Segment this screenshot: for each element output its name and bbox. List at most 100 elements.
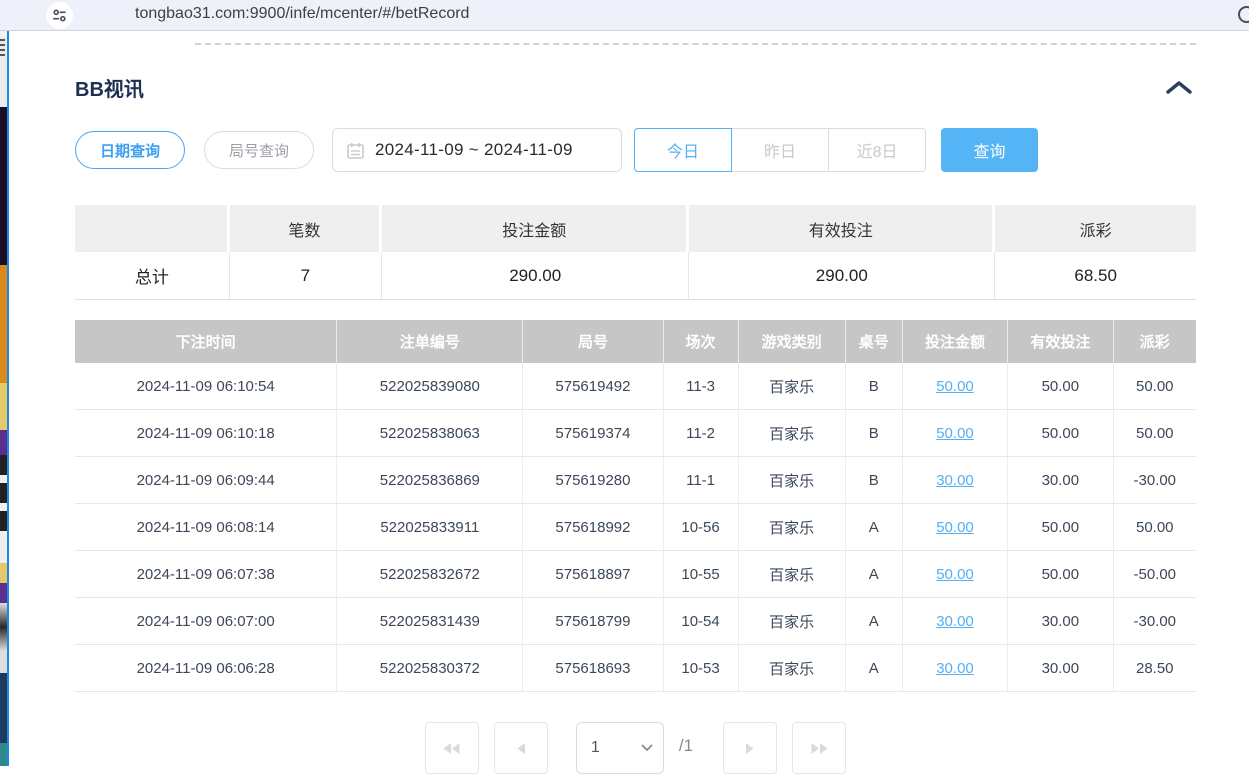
- prev-page-button[interactable]: [494, 722, 548, 774]
- bet-record-panel: BB视讯 日期查询 局号查询 2024-11-09 ~ 2024-11-09: [9, 31, 1249, 766]
- game-type-cell: 百家乐: [739, 457, 846, 504]
- table-number-cell: A: [846, 504, 903, 551]
- bet-amount-link[interactable]: 30.00: [936, 613, 974, 630]
- bet-amount-link[interactable]: 50.00: [936, 566, 974, 583]
- session-cell: 10-55: [664, 551, 739, 598]
- round-number-cell: 575618693: [523, 645, 663, 692]
- quick-range-group: 今日 昨日 近8日: [634, 128, 926, 172]
- header-valid-bet: 有效投注: [1008, 320, 1113, 363]
- valid-bet-cell: 30.00: [1008, 457, 1113, 504]
- today-label: 今日: [667, 138, 699, 162]
- page-title: BB视讯: [75, 73, 144, 102]
- summary-header-valid-bet: 有效投注: [689, 205, 995, 252]
- tune-icon: [52, 8, 67, 23]
- valid-bet-cell: 50.00: [1008, 551, 1113, 598]
- date-range-value: 2024-11-09 ~ 2024-11-09: [375, 140, 573, 160]
- bet-time-cell: 2024-11-09 06:07:38: [75, 551, 337, 598]
- bet-time-cell: 2024-11-09 06:06:28: [75, 645, 337, 692]
- round-number-cell: 575619492: [523, 363, 663, 410]
- last8days-button[interactable]: 近8日: [828, 128, 926, 172]
- table-header-row: 下注时间 注单编号 局号 场次 游戏类别 桌号 投注金额 有效投注 派彩: [75, 320, 1196, 363]
- table-body: 2024-11-09 06:10:54522025839080575619492…: [75, 363, 1196, 692]
- valid-bet-cell: 30.00: [1008, 645, 1113, 692]
- round-number-cell: 575618799: [523, 598, 663, 645]
- header-round-number: 局号: [523, 320, 663, 363]
- round-number-cell: 575619374: [523, 410, 663, 457]
- bet-amount-link[interactable]: 50.00: [936, 425, 974, 442]
- table-row: 2024-11-09 06:10:54522025839080575619492…: [75, 363, 1196, 410]
- page-total-label: /1: [679, 736, 693, 756]
- table-number-cell: B: [846, 363, 903, 410]
- page-select[interactable]: 1: [576, 722, 664, 774]
- header-payout: 派彩: [1114, 320, 1196, 363]
- header-bet-amount: 投注金额: [903, 320, 1008, 363]
- table-number-cell: B: [846, 457, 903, 504]
- summary-total-valid: 290.00: [689, 252, 995, 300]
- game-type-cell: 百家乐: [739, 410, 846, 457]
- collapse-button[interactable]: [1164, 77, 1194, 99]
- valid-bet-cell: 50.00: [1008, 363, 1113, 410]
- bet-amount-cell: 50.00: [903, 551, 1008, 598]
- address-url[interactable]: tongbao31.com:9900/infe/mcenter/#/betRec…: [135, 5, 469, 23]
- session-cell: 11-1: [664, 457, 739, 504]
- bet-amount-link[interactable]: 30.00: [936, 660, 974, 677]
- site-info-button[interactable]: [46, 2, 73, 29]
- round-query-tab[interactable]: 局号查询: [204, 131, 314, 169]
- bet-amount-cell: 50.00: [903, 410, 1008, 457]
- order-number-cell: 522025832672: [337, 551, 523, 598]
- order-number-cell: 522025836869: [337, 457, 523, 504]
- bet-time-cell: 2024-11-09 06:10:18: [75, 410, 337, 457]
- background-grid-icon-fragment: [0, 39, 5, 57]
- summary-header-count: 笔数: [230, 205, 382, 252]
- summary-header-row: 笔数 投注金额 有效投注 派彩: [75, 205, 1196, 252]
- session-cell: 10-56: [664, 504, 739, 551]
- session-cell: 11-3: [664, 363, 739, 410]
- arrow-left-icon: [516, 742, 526, 755]
- bet-amount-cell: 30.00: [903, 457, 1008, 504]
- summary-total-label: 总计: [75, 252, 230, 300]
- bet-amount-cell: 30.00: [903, 598, 1008, 645]
- bet-record-table: 下注时间 注单编号 局号 场次 游戏类别 桌号 投注金额 有效投注 派彩 202…: [75, 320, 1196, 692]
- browser-url-bar: tongbao31.com:9900/infe/mcenter/#/betRec…: [0, 0, 1249, 31]
- round-number-cell: 575618897: [523, 551, 663, 598]
- header-order-number: 注单编号: [337, 320, 523, 363]
- game-type-cell: 百家乐: [739, 598, 846, 645]
- date-query-label: 日期查询: [100, 140, 160, 161]
- bet-amount-link[interactable]: 50.00: [936, 519, 974, 536]
- yesterday-button[interactable]: 昨日: [731, 128, 829, 172]
- search-label: 查询: [974, 138, 1006, 162]
- table-number-cell: A: [846, 551, 903, 598]
- first-page-button[interactable]: [425, 722, 479, 774]
- header-session: 场次: [664, 320, 739, 363]
- summary-header-payout: 派彩: [995, 205, 1196, 252]
- chevron-down-icon: [641, 744, 653, 752]
- game-type-cell: 百家乐: [739, 551, 846, 598]
- valid-bet-cell: 30.00: [1008, 598, 1113, 645]
- arrow-right-icon: [745, 742, 755, 755]
- summary-table: 笔数 投注金额 有效投注 派彩 总计 7 290.00 290.00 68.50: [75, 205, 1196, 300]
- date-range-picker[interactable]: 2024-11-09 ~ 2024-11-09: [332, 128, 622, 172]
- last-page-button[interactable]: [792, 722, 846, 774]
- background-page-sliver: [0, 31, 7, 766]
- next-page-button[interactable]: [723, 722, 777, 774]
- search-button[interactable]: 查询: [941, 128, 1038, 172]
- panel-title-row: BB视讯: [75, 73, 1196, 102]
- game-type-cell: 百家乐: [739, 645, 846, 692]
- table-number-cell: A: [846, 645, 903, 692]
- bet-amount-cell: 50.00: [903, 363, 1008, 410]
- bet-amount-link[interactable]: 30.00: [936, 472, 974, 489]
- order-number-cell: 522025831439: [337, 598, 523, 645]
- filter-toolbar: 日期查询 局号查询 2024-11-09 ~ 2024-11-09 今日 昨日: [75, 128, 1196, 172]
- bet-amount-link[interactable]: 50.00: [936, 378, 974, 395]
- table-row: 2024-11-09 06:07:00522025831439575618799…: [75, 598, 1196, 645]
- valid-bet-cell: 50.00: [1008, 410, 1113, 457]
- bet-amount-cell: 30.00: [903, 645, 1008, 692]
- round-query-label: 局号查询: [229, 140, 289, 161]
- table-row: 2024-11-09 06:10:18522025838063575619374…: [75, 410, 1196, 457]
- bet-time-cell: 2024-11-09 06:08:14: [75, 504, 337, 551]
- summary-total-payout: 68.50: [995, 252, 1196, 300]
- today-button[interactable]: 今日: [634, 128, 732, 172]
- valid-bet-cell: 50.00: [1008, 504, 1113, 551]
- browser-edge-icon[interactable]: [1238, 6, 1249, 23]
- date-query-tab[interactable]: 日期查询: [75, 131, 185, 169]
